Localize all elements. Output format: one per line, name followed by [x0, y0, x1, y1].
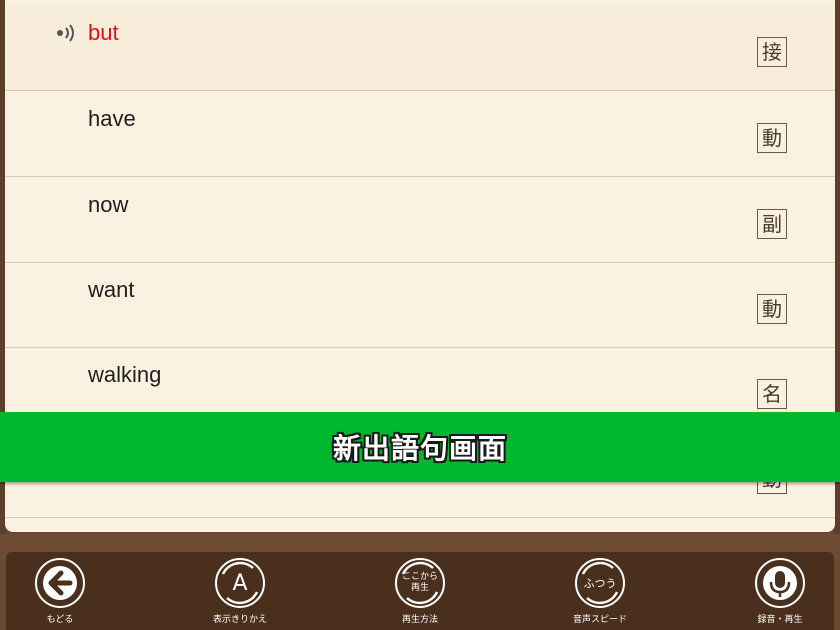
back-arrow-icon [43, 566, 77, 600]
wood-frame-bottom [0, 534, 840, 550]
play-mode-label: 再生方法 [401, 615, 438, 625]
part-of-speech-badge: 名 [757, 379, 787, 409]
part-of-speech-badge: 動 [757, 123, 787, 153]
back-label: もどる [46, 615, 74, 625]
banner-text: 新出語句画面 [332, 432, 507, 465]
word-text: want [88, 277, 135, 302]
back-button[interactable]: もどる [20, 558, 100, 628]
screen-title-banner: 新出語句画面 [0, 412, 840, 482]
refresh-arrows-icon [401, 561, 438, 604]
part-of-speech-badge: 副 [757, 209, 787, 239]
part-of-speech-badge: 接 [757, 37, 787, 67]
record-button[interactable]: 録音・再生 [740, 558, 820, 628]
speed-label: 音声スピード [572, 615, 627, 625]
bottom-toolbar: もどる A 表示きりかえ ここから 再生 再生方法 ふつう 音声スピード 録音・… [6, 552, 834, 630]
word-text: walking [88, 362, 162, 387]
speed-button[interactable]: ふつう 音声スピード [560, 558, 640, 628]
refresh-arrows-icon [221, 561, 258, 604]
refresh-arrows-icon [581, 561, 618, 604]
word-row[interactable]: want 動 [5, 262, 835, 348]
word-row[interactable]: have 動 [5, 91, 835, 177]
record-label: 録音・再生 [757, 615, 803, 625]
word-row[interactable]: now 副 [5, 177, 835, 263]
word-row[interactable]: but 接 [5, 5, 835, 91]
display-toggle-button[interactable]: A 表示きりかえ [200, 558, 280, 628]
word-text: but [88, 20, 119, 45]
word-text: now [88, 192, 129, 217]
speaker-icon[interactable] [55, 23, 79, 43]
part-of-speech-badge: 動 [757, 294, 787, 324]
play-mode-button[interactable]: ここから 再生 再生方法 [380, 558, 460, 628]
display-toggle-label: 表示きりかえ [212, 615, 267, 625]
word-text: have [88, 106, 136, 131]
microphone-icon [763, 566, 797, 600]
